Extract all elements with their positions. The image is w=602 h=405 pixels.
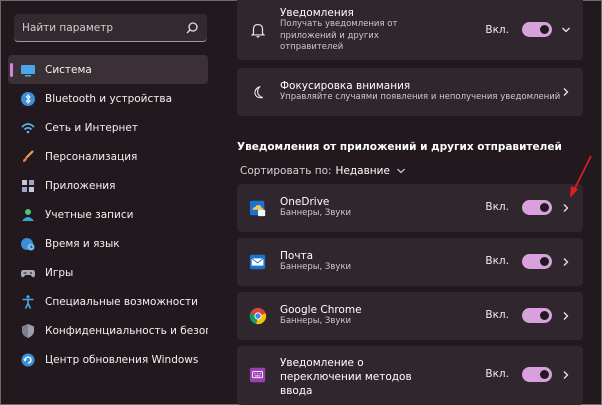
- app-row-chrome[interactable]: Google Chrome Баннеры, Звуки Вкл.: [237, 292, 583, 340]
- sidebar-item-privacy[interactable]: Конфиденциальность и безопасность: [8, 316, 208, 345]
- accessibility-icon: [20, 294, 36, 310]
- input-method-toggle[interactable]: [522, 367, 552, 382]
- chevron-down-icon: [397, 168, 405, 174]
- sidebar-item-bluetooth[interactable]: Bluetooth и устройства: [8, 84, 208, 113]
- moon-icon: [248, 82, 268, 102]
- sort-value: Недавние: [335, 165, 390, 177]
- notifications-toggle[interactable]: [522, 22, 552, 37]
- sidebar-item-personalization[interactable]: Персонализация: [8, 142, 208, 171]
- sidebar-item-label: Специальные возможности: [45, 295, 198, 308]
- sidebar-item-label: Конфиденциальность и безопасность: [45, 324, 208, 337]
- app-sub: Баннеры, Звуки: [280, 316, 352, 326]
- notifications-subtitle: Получать уведомления от приложений и дру…: [280, 19, 398, 52]
- toggle-label: Вкл.: [485, 24, 509, 36]
- search-box[interactable]: [14, 14, 207, 42]
- search-input[interactable]: [22, 21, 182, 34]
- sidebar-item-label: Система: [45, 63, 92, 76]
- search-icon[interactable]: [185, 21, 199, 35]
- mail-icon: [248, 252, 268, 272]
- app-name: Почта: [280, 250, 314, 262]
- sidebar-nav: Система Bluetooth и устройства Сеть и Ин…: [8, 55, 208, 374]
- toggle-knob: [540, 370, 549, 379]
- toggle-label: Вкл.: [485, 309, 509, 321]
- bell-icon: [248, 20, 268, 40]
- sidebar-item-label: Игры: [45, 266, 74, 279]
- toggle-label: Вкл.: [485, 255, 509, 267]
- chrome-icon: [248, 306, 268, 326]
- toggle-knob: [540, 257, 549, 266]
- sidebar-item-accounts[interactable]: Учетные записи: [8, 200, 208, 229]
- sidebar-item-label: Приложения: [45, 179, 116, 192]
- chevron-down-icon[interactable]: [561, 25, 571, 35]
- sidebar-item-time-language[interactable]: Время и язык: [8, 229, 208, 258]
- sort-dropdown[interactable]: Сортировать по: Недавние: [240, 165, 406, 177]
- toggle-knob: [540, 203, 549, 212]
- notifications-card[interactable]: Уведомления Получать уведомления от прил…: [237, 0, 583, 60]
- onedrive-toggle[interactable]: [522, 200, 552, 215]
- focus-subtitle: Управляйте случаями появления и неполуче…: [280, 92, 561, 102]
- sidebar-item-label: Персонализация: [45, 150, 138, 163]
- bluetooth-icon: [20, 91, 36, 107]
- sidebar-item-label: Bluetooth и устройства: [45, 92, 172, 105]
- app-name: Уведомление о переключении методов ввода: [280, 357, 412, 397]
- toggle-knob: [540, 25, 549, 34]
- app-sub: Баннеры, Звуки: [280, 262, 352, 272]
- toggle-label: Вкл.: [485, 201, 509, 213]
- sidebar-item-label: Центр обновления Windows: [45, 353, 199, 366]
- sidebar: Система Bluetooth и устройства Сеть и Ин…: [0, 0, 222, 405]
- mail-toggle[interactable]: [522, 254, 552, 269]
- onedrive-icon: [248, 198, 268, 218]
- app-name: OneDrive: [280, 196, 330, 208]
- section-title: Уведомления от приложений и других отпра…: [237, 141, 562, 153]
- notifications-title: Уведомления: [280, 7, 354, 19]
- sidebar-item-label: Сеть и Интернет: [45, 121, 138, 134]
- apps-grid-icon: [20, 178, 36, 194]
- sidebar-item-system[interactable]: Система: [8, 55, 208, 84]
- input-method-icon: [248, 365, 268, 385]
- chrome-toggle[interactable]: [522, 308, 552, 323]
- sidebar-item-label: Учетные записи: [45, 208, 134, 221]
- focus-assist-card[interactable]: Фокусировка внимания Управляйте случаями…: [237, 68, 583, 116]
- sidebar-item-network[interactable]: Сеть и Интернет: [8, 113, 208, 142]
- sort-label: Сортировать по:: [240, 165, 332, 177]
- toggle-knob: [540, 311, 549, 320]
- user-icon: [20, 207, 36, 223]
- sidebar-item-gaming[interactable]: Игры: [8, 258, 208, 287]
- app-row-onedrive[interactable]: OneDrive Баннеры, Звуки Вкл.: [237, 184, 583, 232]
- chevron-right-icon[interactable]: [561, 87, 571, 97]
- chevron-right-icon[interactable]: [561, 203, 571, 213]
- update-icon: [20, 352, 36, 368]
- app-row-mail[interactable]: Почта Баннеры, Звуки Вкл.: [237, 238, 583, 286]
- toggle-label: Вкл.: [485, 368, 509, 380]
- sidebar-item-apps[interactable]: Приложения: [8, 171, 208, 200]
- chevron-right-icon[interactable]: [561, 370, 571, 380]
- red-arrow-annotation: [570, 155, 592, 198]
- chevron-right-icon[interactable]: [561, 311, 571, 321]
- gamepad-icon: [20, 265, 36, 281]
- app-name: Google Chrome: [280, 304, 362, 316]
- sidebar-item-windows-update[interactable]: Центр обновления Windows: [8, 345, 208, 374]
- shield-icon: [20, 323, 36, 339]
- sidebar-item-label: Время и язык: [45, 237, 120, 250]
- wifi-icon: [20, 120, 36, 136]
- brush-icon: [20, 149, 36, 165]
- focus-title: Фокусировка внимания: [280, 80, 411, 92]
- sidebar-item-accessibility[interactable]: Специальные возможности: [8, 287, 208, 316]
- app-row-input-method[interactable]: Уведомление о переключении методов ввода…: [237, 346, 583, 405]
- system-display-icon: [20, 62, 36, 78]
- globe-clock-icon: [20, 236, 36, 252]
- chevron-right-icon[interactable]: [561, 257, 571, 267]
- app-sub: Баннеры, Звуки: [280, 208, 352, 218]
